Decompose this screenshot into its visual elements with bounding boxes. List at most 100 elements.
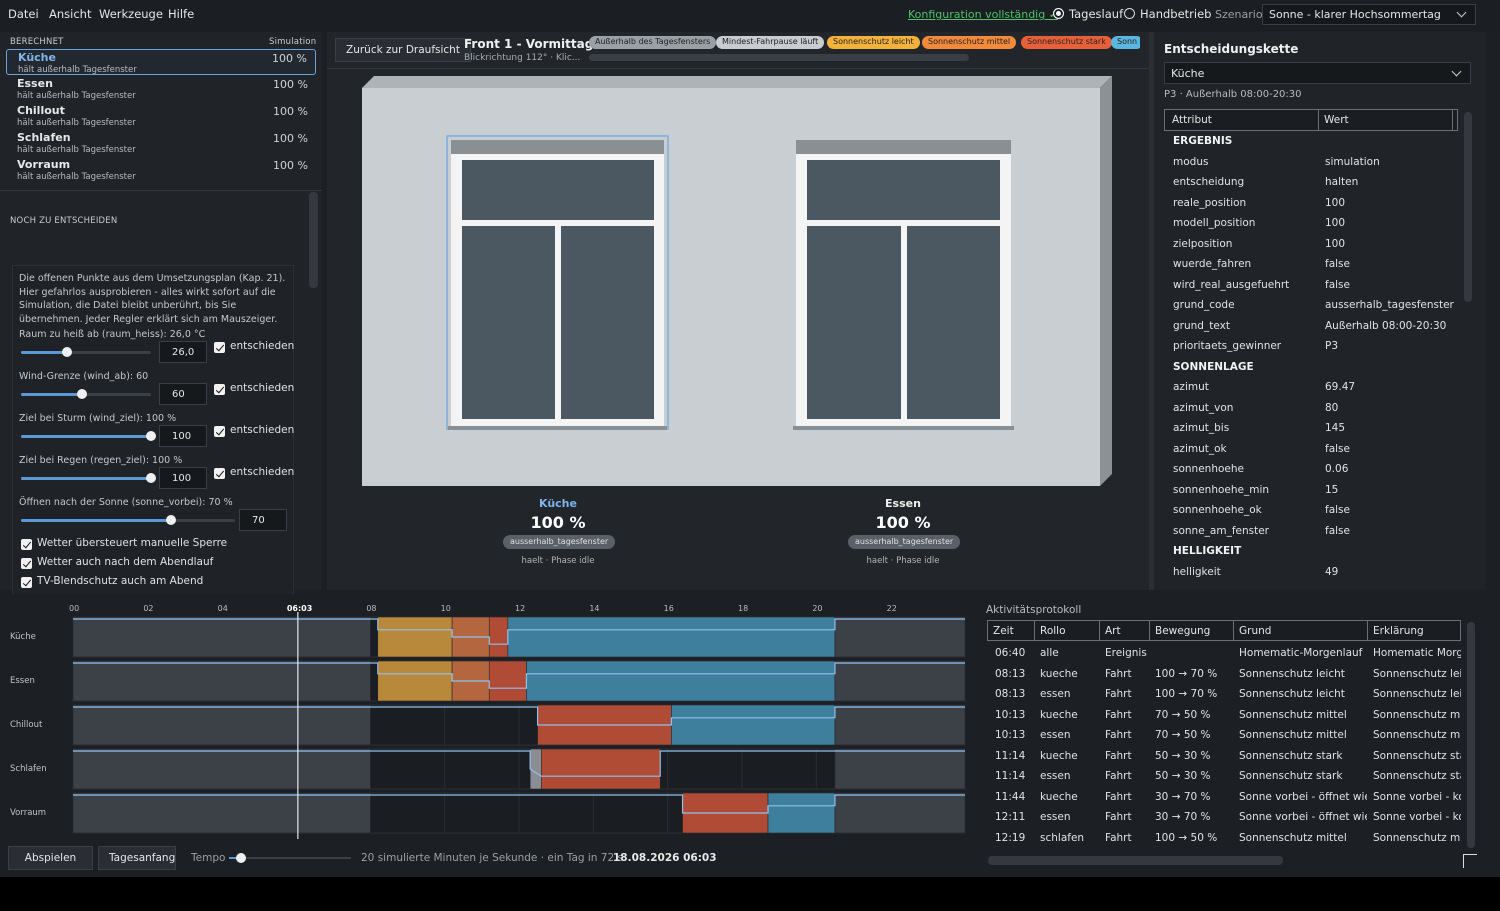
timeline-segment[interactable] — [488, 660, 527, 702]
timeline-panel: 00 02 04 06:03 08 10 12 14 16 18 20 22 Küche Essen Ch… — [0, 594, 981, 877]
radio-handbetrieb[interactable] — [1124, 8, 1135, 19]
timeline-segment[interactable] — [834, 616, 966, 658]
day-start-button[interactable]: Tagesanfang — [98, 846, 176, 870]
log-cell: 70 → 50 % — [1155, 708, 1211, 721]
timeline-segment[interactable] — [834, 660, 966, 702]
param-slider[interactable] — [21, 347, 151, 357]
room-item[interactable]: Chillout hält außerhalb Tagesfenster 100 % — [6, 103, 316, 129]
log-col-header[interactable]: Bewegung — [1155, 625, 1210, 637]
log-col-header[interactable]: Erklärung — [1373, 625, 1424, 637]
log-col-header[interactable]: Zeit — [993, 625, 1014, 637]
room-item[interactable]: Schlafen hält außerhalb Tagesfenster 100 % — [6, 130, 316, 156]
front-title: Front 1 - Vormittag — [464, 37, 594, 51]
scenario-select[interactable]: Sonne - klarer Hochsommertag — [1262, 4, 1476, 25]
timeline-segment[interactable] — [767, 792, 836, 834]
log-row[interactable]: 08:13 essen Fahrt 100 → 70 % Sonnenschutz le… — [987, 688, 1461, 708]
timeline-segment[interactable] — [507, 616, 836, 658]
param-slider-knob[interactable] — [146, 431, 156, 441]
timeline-segment[interactable] — [72, 660, 371, 702]
attribute-key: helligkeit — [1173, 565, 1221, 578]
param-slider-knob[interactable] — [165, 515, 176, 525]
tempo-slider[interactable] — [229, 853, 351, 863]
radio-tageslauf-label[interactable]: Tageslauf — [1069, 7, 1123, 21]
timeline-segment[interactable] — [834, 792, 966, 834]
play-button[interactable]: Abspielen — [8, 846, 93, 870]
timeline-segment[interactable] — [488, 616, 509, 658]
log-row[interactable]: 10:13 kueche Fahrt 70 → 50 % Sonnenschutz mi… — [987, 709, 1461, 729]
room-select[interactable]: Küche — [1164, 62, 1471, 84]
log-row[interactable]: 06:40 alle Ereignis Homematic-Morgenlauf Hom… — [987, 647, 1461, 667]
timeline-segment[interactable] — [671, 704, 836, 746]
timeline-segment[interactable] — [526, 660, 836, 702]
window-phase: haelt · Phase idle — [866, 556, 940, 566]
log-row[interactable]: 11:14 essen Fahrt 50 → 30 % Sonnenschutz sta… — [987, 770, 1461, 790]
log-cell: Sonnenschutz leicht — [1239, 688, 1345, 700]
room-item[interactable]: Essen hält außerhalb Tagesfenster 100 % — [6, 76, 316, 102]
log-row[interactable]: 10:13 essen Fahrt 70 → 50 % Sonnenschutz mit… — [987, 729, 1461, 749]
timeline-segment[interactable] — [72, 792, 371, 834]
log-row[interactable]: 12:11 essen Fahrt 30 → 70 % Sonne vorbei - ö… — [987, 811, 1461, 831]
param-slider[interactable] — [21, 431, 156, 441]
right-scrollbar[interactable] — [1464, 112, 1472, 302]
menu-ansicht[interactable]: Ansicht — [49, 7, 91, 21]
log-row[interactable]: 08:13 kueche Fahrt 100 → 70 % Sonnenschutz l… — [987, 668, 1461, 688]
menu-hilfe[interactable]: Hilfe — [168, 7, 194, 21]
log-cell: Sonnenschutz leicht — [1373, 667, 1461, 680]
timeline-segment[interactable] — [377, 660, 453, 702]
log-col-header[interactable]: Grund — [1239, 625, 1271, 637]
room-item[interactable]: Vorraum hält außerhalb Tagesfenster 100 % — [6, 157, 316, 183]
log-row[interactable]: 11:14 kueche Fahrt 50 → 30 % Sonnenschutz st… — [987, 750, 1461, 770]
param-value-input[interactable]: 70 — [239, 509, 287, 531]
window-pane-top — [462, 160, 654, 220]
resize-grip[interactable] — [1463, 854, 1477, 868]
timeline-segment[interactable] — [72, 748, 371, 790]
log-row[interactable]: 11:44 kueche Fahrt 30 → 70 % Sonne vorbei - … — [987, 791, 1461, 811]
col-attribut[interactable]: Attribut — [1172, 114, 1212, 126]
decide-box: Die offenen Punkte aus dem Umsetzungspla… — [12, 265, 294, 623]
config-status-link[interactable]: Konfiguration vollständig ✓ — [908, 8, 1058, 21]
param-slider-knob[interactable] — [77, 389, 88, 399]
radio-handbetrieb-label[interactable]: Handbetrieb — [1140, 7, 1211, 21]
timeline-segment[interactable] — [529, 748, 542, 790]
param-slider-knob[interactable] — [146, 473, 156, 483]
timeline-segment[interactable] — [72, 704, 371, 746]
left-scrollbar[interactable] — [309, 192, 318, 288]
decided-checkbox[interactable] — [214, 426, 225, 437]
option-checkbox[interactable] — [21, 558, 32, 569]
decided-checkbox[interactable] — [214, 342, 225, 353]
log-scrollbar-v[interactable] — [1467, 622, 1475, 848]
log-row[interactable]: 12:19 schlafen Fahrt 100 → 50 % Sonnenschutz… — [987, 832, 1461, 852]
param-slider-fill — [21, 435, 151, 438]
timeline-chart[interactable] — [0, 594, 981, 844]
log-scrollbar-h[interactable] — [988, 856, 1283, 865]
param-slider[interactable] — [21, 473, 156, 483]
decided-checkbox[interactable] — [214, 468, 225, 479]
param-value-input[interactable]: 26,0 — [159, 341, 207, 363]
timeline-segment[interactable] — [834, 748, 966, 790]
timeline-segment[interactable] — [72, 616, 371, 658]
col-wert[interactable]: Wert — [1324, 114, 1349, 126]
timeline-segment[interactable] — [540, 748, 661, 790]
option-checkbox[interactable] — [21, 577, 32, 588]
param-slider-knob[interactable] — [61, 347, 72, 357]
back-to-overview-button[interactable]: Zurück zur Draufsicht — [335, 38, 471, 62]
option-checkbox[interactable] — [21, 539, 32, 550]
param-value-input[interactable]: 100 — [159, 425, 207, 447]
log-col-header[interactable]: Rollo — [1040, 625, 1066, 637]
param-slider[interactable] — [21, 389, 151, 399]
window-essen[interactable] — [793, 140, 1014, 430]
window-kueche[interactable] — [446, 135, 669, 430]
log-col-header[interactable]: Art — [1105, 625, 1121, 637]
timeline-segment[interactable] — [377, 616, 453, 658]
decided-checkbox[interactable] — [214, 384, 225, 395]
param-slider[interactable] — [21, 515, 235, 525]
timeline-segment[interactable] — [834, 704, 966, 746]
badge-scrollbar[interactable] — [589, 54, 969, 61]
param-value-input[interactable]: 100 — [159, 467, 207, 489]
menu-datei[interactable]: Datei — [8, 7, 39, 21]
param-value-input[interactable]: 60 — [159, 383, 207, 405]
tempo-slider-knob[interactable] — [236, 853, 247, 863]
radio-tageslauf[interactable] — [1053, 8, 1064, 19]
menu-werkzeuge[interactable]: Werkzeuge — [99, 7, 163, 21]
room-item[interactable]: Küche hält außerhalb Tagesfenster 100 % — [6, 49, 316, 75]
